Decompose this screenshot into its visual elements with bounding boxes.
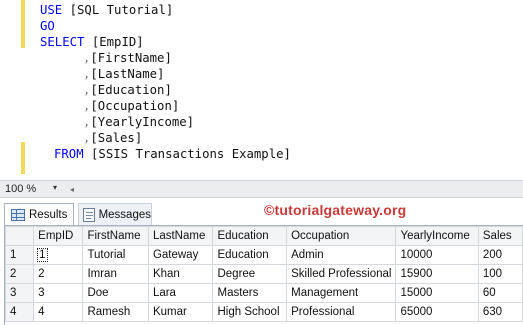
column-header[interactable]: Education <box>212 226 288 246</box>
results-tab-strip: Results Messages ©tutorialgateway.org <box>0 199 523 225</box>
table-cell[interactable]: Admin <box>286 245 397 265</box>
messages-icon <box>83 207 95 222</box>
code-line-go: GO <box>40 18 55 34</box>
sql-editor[interactable]: USE [SQL Tutorial] GO SELECT [EmpID] ,[F… <box>0 0 523 180</box>
table-cell[interactable]: Degree <box>212 264 288 284</box>
table-row[interactable]: 4 4 Ramesh Kumar High School Professiona… <box>4 302 523 322</box>
code-line-col: ,[YearlyIncome] <box>83 114 194 130</box>
table-cell[interactable]: 3 <box>33 283 84 303</box>
table-cell[interactable]: Masters <box>212 283 288 303</box>
code-line-col: ,[Occupation] <box>83 98 179 114</box>
table-cell[interactable]: 2 <box>33 264 84 284</box>
table-cell[interactable]: Kumar <box>147 302 214 322</box>
table-cell-selected[interactable]: 1 <box>33 245 84 265</box>
table-cell[interactable]: High School <box>212 302 288 322</box>
table-cell[interactable]: 15000 <box>395 283 479 303</box>
grid-header-row: EmpID FirstName LastName Education Occup… <box>4 226 523 246</box>
code-line-col: ,[Education] <box>83 82 172 98</box>
code-line-col: ,[FirstName] <box>83 50 172 66</box>
column-lastname: [LastName] <box>90 67 165 81</box>
table-cell[interactable]: 630 <box>477 302 523 322</box>
zoom-level[interactable]: 100 % <box>5 183 36 195</box>
code-line-select: SELECT [EmpID] <box>40 34 144 50</box>
watermark: ©tutorialgateway.org <box>264 202 407 218</box>
column-header[interactable]: Occupation <box>286 226 397 246</box>
grid-corner[interactable] <box>4 226 35 246</box>
tab-results[interactable]: Results <box>4 203 74 225</box>
column-yearlyincome: [YearlyIncome] <box>90 115 195 129</box>
table-cell[interactable]: Skilled Professional <box>286 264 397 284</box>
column-firstname: [FirstName] <box>90 51 172 65</box>
row-number[interactable]: 3 <box>4 283 35 303</box>
code-line-col: ,[Sales] <box>83 130 142 146</box>
grid-icon <box>11 208 25 221</box>
table-cell[interactable]: 100 <box>477 264 523 284</box>
keyword-go: GO <box>40 19 55 33</box>
table-cell[interactable]: 200 <box>477 245 523 265</box>
table-name: [SSIS Transactions Example] <box>91 147 291 161</box>
table-cell[interactable]: Professional <box>286 302 397 322</box>
table-row[interactable]: 2 2 Imran Khan Degree Skilled Profession… <box>4 264 523 284</box>
column-education: [Education] <box>90 83 172 97</box>
column-header[interactable]: FirstName <box>82 226 149 246</box>
column-empid: [EmpID] <box>91 35 144 49</box>
row-number[interactable]: 2 <box>4 264 35 284</box>
database-name: [SQL Tutorial] <box>69 3 174 17</box>
table-cell[interactable]: Khan <box>147 264 214 284</box>
keyword-select: SELECT <box>40 35 85 49</box>
row-number[interactable]: 4 <box>4 302 35 322</box>
table-cell[interactable]: Imran <box>82 264 149 284</box>
table-cell[interactable]: 60 <box>477 283 523 303</box>
tab-results-label: Results <box>29 208 68 221</box>
cell-value: 1 <box>37 248 48 262</box>
chevron-down-icon[interactable]: ▾ <box>53 183 57 192</box>
table-cell[interactable]: 15900 <box>395 264 479 284</box>
keyword-from: FROM <box>54 147 84 161</box>
column-header[interactable]: Sales <box>477 226 523 246</box>
table-cell[interactable]: Doe <box>82 283 149 303</box>
change-marker <box>21 0 25 48</box>
column-header[interactable]: YearlyIncome <box>395 226 479 246</box>
column-header[interactable]: EmpID <box>33 226 84 246</box>
table-cell[interactable]: Tutorial <box>82 245 149 265</box>
table-row[interactable]: 1 1 Tutorial Gateway Education Admin 100… <box>4 245 523 265</box>
table-cell[interactable]: Lara <box>147 283 214 303</box>
table-cell[interactable]: Education <box>212 245 288 265</box>
change-marker <box>21 142 25 174</box>
table-cell[interactable]: 65000 <box>395 302 479 322</box>
table-cell[interactable]: Gateway <box>147 245 214 265</box>
results-grid[interactable]: EmpID FirstName LastName Education Occup… <box>4 225 523 325</box>
column-occupation: [Occupation] <box>90 99 180 113</box>
code-line-use: USE [SQL Tutorial] <box>40 2 173 18</box>
code-line-col: ,[LastName] <box>83 66 164 82</box>
zoom-bar: 100 % ▾ ◂ <box>0 180 523 198</box>
table-cell[interactable]: 4 <box>33 302 84 322</box>
code-line-from: FROM [SSIS Transactions Example] <box>54 146 291 162</box>
table-row[interactable]: 3 3 Doe Lara Masters Management 15000 60 <box>4 283 523 303</box>
table-cell[interactable]: 10000 <box>395 245 479 265</box>
column-sales: [Sales] <box>90 131 143 145</box>
table-cell[interactable]: Ramesh <box>82 302 149 322</box>
tab-messages-label: Messages <box>98 208 151 221</box>
column-header[interactable]: LastName <box>147 226 214 246</box>
keyword-use: USE <box>40 3 63 17</box>
row-number[interactable]: 1 <box>4 245 35 265</box>
tab-messages[interactable]: Messages <box>78 203 152 225</box>
table-cell[interactable]: Management <box>286 283 397 303</box>
scroll-left-icon[interactable]: ◂ <box>70 185 74 194</box>
